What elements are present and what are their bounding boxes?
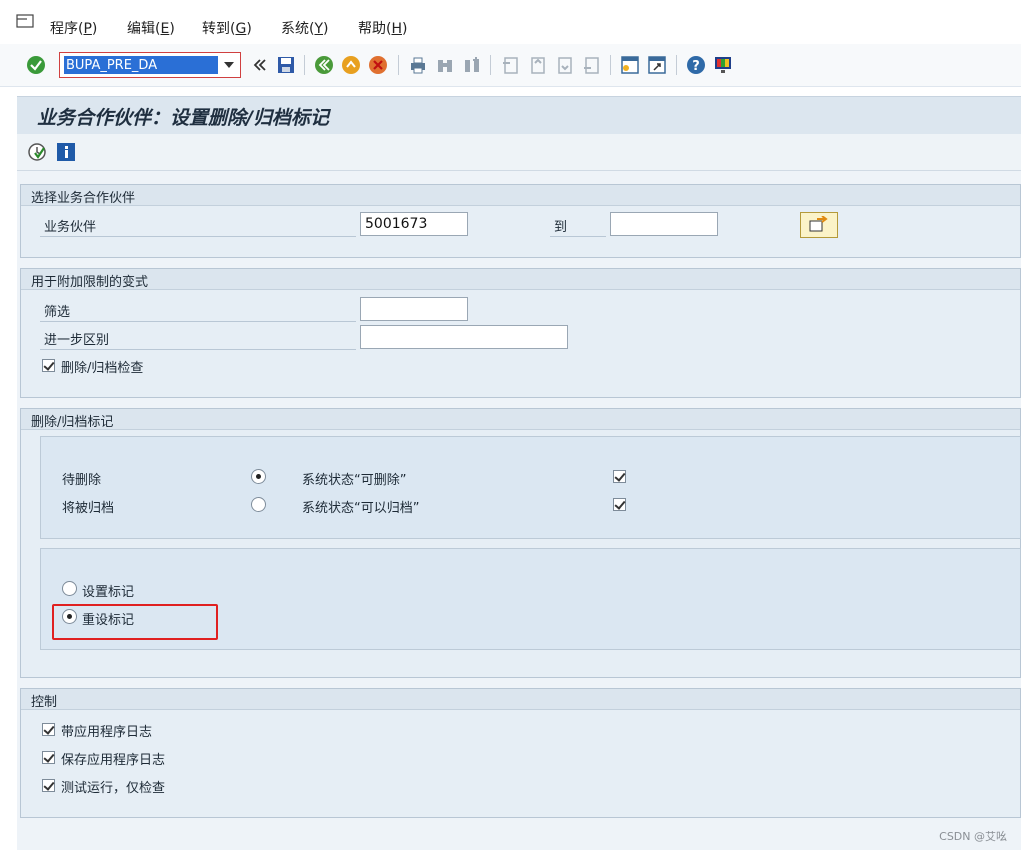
toolbar-separator [304,55,305,75]
menu-goto[interactable]: 转到(G) [202,18,252,38]
previous-page-icon[interactable] [527,55,547,75]
save-app-log-label: 保存应用程序日志 [61,753,166,768]
group-title: 控制 [31,695,58,710]
first-page-icon[interactable] [500,55,520,75]
last-page-icon[interactable] [581,55,601,75]
test-run-checkbox[interactable] [42,779,55,792]
control-group: 控制 [20,688,1021,818]
info-icon[interactable] [56,142,76,162]
command-field[interactable] [59,52,241,78]
next-page-icon[interactable] [554,55,574,75]
annotation-highlight-box [52,604,218,640]
menu-system-close: ) [323,21,329,37]
find-icon[interactable] [435,55,455,75]
exit-icon[interactable] [341,55,361,75]
toolbar-separator [610,55,611,75]
test-run-label: 测试运行，仅检查 [61,781,166,796]
menu-edit[interactable]: 编辑(E) [127,18,175,38]
double-left-arrow-icon[interactable] [250,55,270,75]
chevron-down-icon[interactable] [224,62,234,68]
selection-group: 选择业务合作伙伴 [20,184,1021,258]
menu-edit-accel: E [160,21,170,37]
filter-input[interactable] [360,297,468,321]
to-delete-label: 待删除 [62,473,102,488]
create-session-icon[interactable] [620,55,640,75]
command-input[interactable] [64,56,218,74]
to-archive-radio[interactable] [251,497,266,512]
find-next-icon[interactable] [462,55,482,75]
multiple-selection-button[interactable] [800,212,838,238]
to-delete-radio[interactable] [251,469,266,484]
menu-goto-close: ) [246,21,252,37]
deletable-status-label: 系统状态“可删除” [302,473,407,488]
customize-layout-icon[interactable] [713,55,733,75]
group-header: 删除/归档标记 [21,409,1020,430]
menu-program[interactable]: 程序(P) [50,18,97,38]
further-distinction-label: 进一步区别 [44,333,110,348]
marker-type-subgroup [40,436,1021,539]
cancel-icon[interactable] [368,55,388,75]
filter-label: 筛选 [44,305,71,320]
to-label-underline [550,236,606,237]
title-bar: 业务合作伙伴：设置删除/归档标记 [17,96,1021,134]
further-label-underline [40,349,356,350]
menu-help[interactable]: 帮助(H) [358,18,407,38]
menu-help-label: 帮助( [358,21,392,37]
group-header: 选择业务合作伙伴 [21,185,1020,206]
group-title: 选择业务合作伙伴 [31,191,136,206]
multiple-selection-icon [809,216,828,232]
help-icon[interactable]: ? [686,55,706,75]
watermark: CSDN @艾吆 [939,830,1007,843]
menu-edit-label: 编辑( [127,21,161,37]
archive-check-checkbox[interactable] [42,359,55,372]
menu-system-label: 系统( [281,21,315,37]
to-label: 到 [554,220,568,235]
menu-program-label: 程序( [50,21,84,37]
bp-from-input[interactable] [360,212,468,236]
menu-goto-accel: G [235,21,247,37]
bp-to-input[interactable] [610,212,718,236]
menu-system[interactable]: 系统(Y) [281,18,329,38]
save-app-log-checkbox[interactable] [42,751,55,764]
group-title: 用于附加限制的变式 [31,275,149,290]
group-header: 控制 [21,689,1020,710]
deletable-status-checkbox[interactable] [613,470,626,483]
menu-edit-close: ) [169,21,175,37]
menu-program-accel: P [83,21,92,37]
further-distinction-input[interactable] [360,325,568,349]
bp-label-underline [40,236,356,237]
svg-text:?: ? [692,59,700,74]
application-toolbar [17,134,1021,171]
execute-icon[interactable] [27,142,47,162]
enter-check-icon[interactable] [26,55,46,75]
menu-help-accel: H [391,21,402,37]
menu-help-close: ) [402,21,408,37]
back-icon[interactable] [314,55,334,75]
menu-system-accel: Y [314,21,324,37]
page-title: 业务合作伙伴：设置删除/归档标记 [37,107,329,129]
archivable-status-label: 系统状态“可以归档” [302,501,420,516]
shortcut-icon[interactable] [647,55,667,75]
menu-goto-label: 转到( [202,21,236,37]
toolbar-separator [398,55,399,75]
set-marker-label: 设置标记 [82,585,135,600]
toolbar-separator [676,55,677,75]
to-archive-label: 将被归档 [62,501,115,516]
set-marker-radio[interactable] [62,581,77,596]
print-icon[interactable] [408,55,428,75]
sap-menu-icon[interactable] [16,14,34,30]
group-header: 用于附加限制的变式 [21,269,1020,290]
group-title: 删除/归档标记 [31,415,114,430]
bp-label: 业务伙伴 [44,220,97,235]
save-icon[interactable] [276,55,296,75]
archivable-status-checkbox[interactable] [613,498,626,511]
toolbar-separator [490,55,491,75]
app-log-checkbox[interactable] [42,723,55,736]
menu-program-close: ) [91,21,98,37]
menu-bar: 程序(P) 编辑(E) 转到(G) 系统(Y) 帮助(H) [0,0,1021,44]
archive-check-label: 删除/归档检查 [61,361,144,376]
filter-label-underline [40,321,356,322]
app-log-label: 带应用程序日志 [61,725,153,740]
